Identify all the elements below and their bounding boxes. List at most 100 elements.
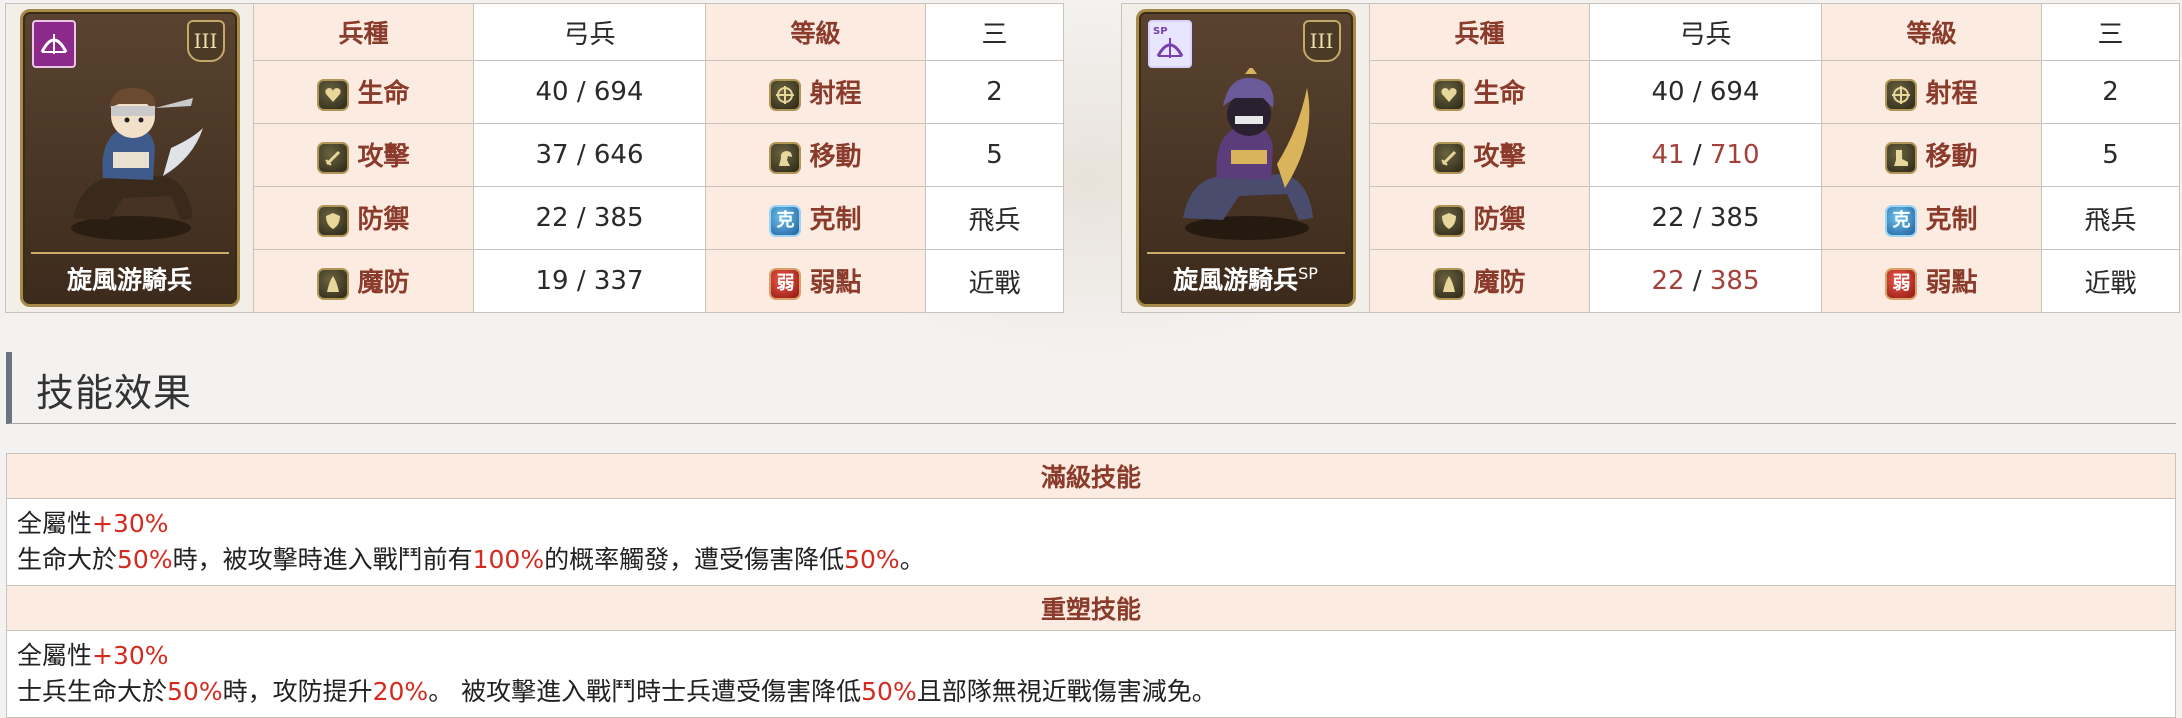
- crosshair-icon: [1885, 78, 1918, 111]
- unit-name-text: 旋風游騎兵: [1173, 265, 1299, 295]
- highlight-value: +30%: [92, 641, 169, 670]
- mdef-value: 22 / 385: [1589, 249, 1822, 313]
- unit-name: 旋風游騎兵: [30, 252, 229, 295]
- cavalry-archer-portrait: [43, 68, 218, 252]
- counter-value: 飛兵: [925, 186, 1064, 250]
- hp-max: 694: [593, 77, 644, 107]
- grade-value: 三: [2041, 3, 2180, 61]
- counter-value: 飛兵: [2041, 186, 2180, 250]
- heart-icon: [317, 78, 350, 111]
- range-value: 2: [925, 60, 1064, 124]
- skill-text: 。 被攻擊進入戰鬥時士兵遭受傷害降低: [428, 677, 862, 706]
- archer-class-icon: [31, 20, 76, 68]
- def-label: 防禦: [1473, 205, 1526, 236]
- shield-icon: [1433, 204, 1466, 237]
- skill-line: 士兵生命大於50%時，攻防提升20%。 被攻擊進入戰鬥時士兵遭受傷害降低50%且…: [17, 674, 2165, 710]
- def-value: 22 / 385: [473, 186, 706, 250]
- move-label-cell: 移動: [1821, 123, 2042, 187]
- unit-portrait-cell: III 旋風游騎兵: [5, 3, 254, 313]
- highlight-value: 50%: [861, 677, 917, 706]
- skill-text: 時，攻防提升: [222, 677, 373, 706]
- range-label-cell: 射程: [705, 60, 926, 124]
- mdef-label: 魔防: [357, 268, 410, 299]
- hp-base: 40: [535, 77, 569, 107]
- atk-base: 41: [1651, 140, 1685, 170]
- max-level-skill-header: 滿級技能: [6, 453, 2176, 499]
- def-base: 22: [535, 203, 569, 233]
- highlight-value: 50%: [117, 545, 173, 574]
- counter-label-cell: 克克制: [1821, 186, 2042, 250]
- range-label: 射程: [809, 79, 862, 110]
- highlight-value: 50%: [167, 677, 223, 706]
- svg-text:SP: SP: [1153, 26, 1168, 37]
- skill-line: 生命大於50%時，被攻擊時進入戰鬥前有100%的概率觸發，遭受傷害降低50%。: [17, 542, 2165, 578]
- sp-archer-class-icon: SP: [1147, 20, 1192, 68]
- counter-label: 克制: [1925, 205, 1978, 236]
- troop-type-value: 弓兵: [1589, 3, 1822, 61]
- move-value: 5: [2041, 123, 2180, 187]
- skill-text: 全屬性: [17, 641, 93, 670]
- rank-badge: III: [1302, 20, 1341, 62]
- range-label: 射程: [1925, 79, 1978, 110]
- cloak-icon: [317, 267, 350, 300]
- boot-icon: [1885, 141, 1918, 174]
- atk-label-cell: 攻擊: [253, 123, 474, 187]
- troop-type-value: 弓兵: [473, 3, 706, 61]
- weakness-icon: 弱: [1885, 267, 1918, 300]
- highlight-value: 100%: [472, 545, 545, 574]
- weakness-label-cell: 弱弱點: [705, 249, 926, 313]
- mdef-max: 385: [1709, 266, 1760, 296]
- weakness-value: 近戰: [925, 249, 1064, 313]
- def-label-cell: 防禦: [253, 186, 474, 250]
- unit-stats-table-sp: SP III 旋風游騎兵SP 兵種 弓兵 等級 三 生命 40 / 694 射程…: [1121, 3, 2180, 313]
- move-value: 5: [925, 123, 1064, 187]
- counter-label: 克制: [809, 205, 862, 236]
- atk-max: 646: [593, 140, 644, 170]
- horse-icon: [769, 141, 802, 174]
- highlight-value: 20%: [372, 677, 429, 706]
- hp-label: 生命: [1473, 79, 1526, 110]
- hp-base: 40: [1651, 77, 1685, 107]
- cloak-icon: [1433, 267, 1466, 300]
- def-max: 385: [1709, 203, 1760, 233]
- weakness-value: 近戰: [2041, 249, 2180, 313]
- atk-max: 710: [1709, 140, 1760, 170]
- weakness-label-cell: 弱弱點: [1821, 249, 2042, 313]
- atk-label: 攻擊: [1473, 142, 1526, 173]
- unit-portrait-cell: SP III 旋風游騎兵SP: [1121, 3, 1370, 313]
- weakness-icon: 弱: [769, 267, 802, 300]
- sp-cavalry-archer-portrait: [1159, 66, 1334, 252]
- unit-card[interactable]: SP III 旋風游騎兵SP: [1135, 9, 1356, 307]
- counter-icon: 克: [769, 204, 802, 237]
- counter-label-cell: 克克制: [705, 186, 926, 250]
- highlight-value: +30%: [92, 509, 169, 538]
- highlight-value: 50%: [844, 545, 900, 574]
- skill-line: 全屬性+30%: [17, 638, 2165, 674]
- grade-value: 三: [925, 3, 1064, 61]
- skill-text: 生命大於: [17, 545, 118, 574]
- max-level-skill-body: 全屬性+30% 生命大於50%時，被攻擊時進入戰鬥前有100%的概率觸發，遭受傷…: [6, 498, 2176, 586]
- weakness-label: 弱點: [1925, 268, 1978, 299]
- hp-label: 生命: [357, 79, 410, 110]
- troop-type-label: 兵種: [1369, 3, 1590, 61]
- mdef-base: 22: [1651, 266, 1685, 296]
- mdef-label-cell: 魔防: [253, 249, 474, 313]
- unit-name-suffix: SP: [1298, 264, 1318, 283]
- hp-max: 694: [1709, 77, 1760, 107]
- skill-text: 士兵生命大於: [17, 677, 168, 706]
- mdef-label: 魔防: [1473, 268, 1526, 299]
- atk-label-cell: 攻擊: [1369, 123, 1590, 187]
- troop-type-label: 兵種: [253, 3, 474, 61]
- range-label-cell: 射程: [1821, 60, 2042, 124]
- unit-name-text: 旋風游騎兵: [66, 265, 192, 295]
- weakness-label: 弱點: [809, 268, 862, 299]
- sword-icon: [317, 141, 350, 174]
- unit-card[interactable]: III 旋風游騎兵: [19, 9, 240, 307]
- rank-badge: III: [186, 20, 225, 62]
- skill-text: 全屬性: [17, 509, 93, 538]
- move-label: 移動: [1925, 142, 1978, 173]
- reshape-skill-body: 全屬性+30% 士兵生命大於50%時，攻防提升20%。 被攻擊進入戰鬥時士兵遭受…: [6, 630, 2176, 718]
- crosshair-icon: [769, 78, 802, 111]
- unit-name: 旋風游騎兵SP: [1146, 252, 1345, 295]
- def-label-cell: 防禦: [1369, 186, 1590, 250]
